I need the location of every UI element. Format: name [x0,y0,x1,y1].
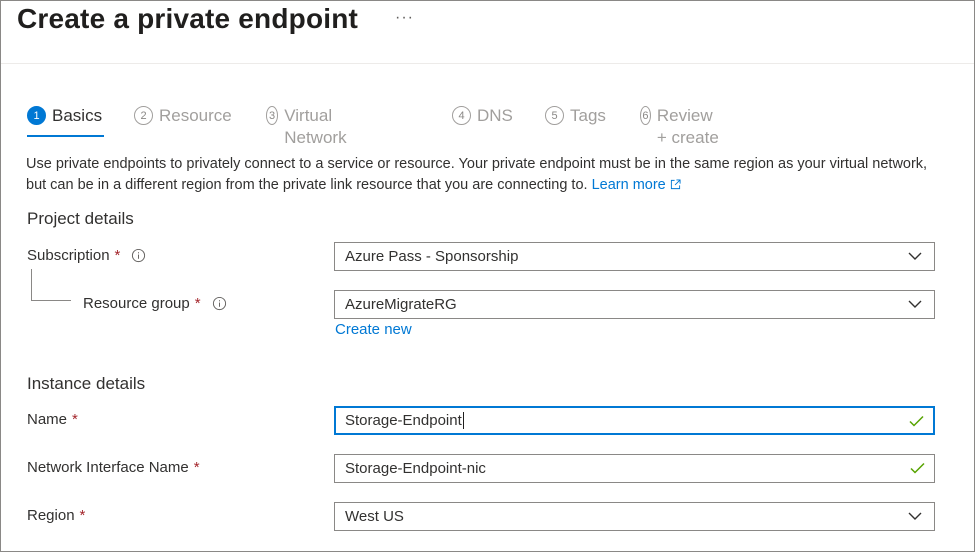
tab-tags[interactable]: 5 Tags [545,105,606,137]
header-divider [1,63,974,64]
step-number-badge: 4 [452,106,471,125]
chevron-down-icon [908,512,922,520]
tab-label: DNS [477,106,513,125]
intro-text: Use private endpoints to privately conne… [26,156,928,193]
subscription-label-text: Subscription [27,247,110,264]
nic-label-text: Network Interface Name [27,459,189,476]
text-caret [462,412,464,429]
nic-label: Network Interface Name * [27,459,200,476]
info-icon[interactable] [212,296,227,311]
create-new-link[interactable]: Create new [335,321,412,338]
resource-group-label-text: Resource group [83,295,190,312]
tab-label: Resource [159,106,232,125]
external-link-icon [670,179,681,190]
tab-review-create[interactable]: 6 Review + create [640,105,721,147]
checkmark-icon [909,415,924,427]
resource-group-dropdown[interactable]: AzureMigrateRG [334,290,935,319]
tab-resource[interactable]: 2 Resource [134,105,232,137]
learn-more-label: Learn more [591,177,666,193]
tab-label: Review + create [656,106,719,147]
nic-value: Storage-Endpoint-nic [345,460,486,477]
network-interface-name-input[interactable]: Storage-Endpoint-nic [334,454,935,483]
subscription-value: Azure Pass - Sponsorship [345,248,519,265]
name-label: Name * [27,411,78,428]
chevron-down-icon [908,252,922,260]
more-options-button[interactable]: ··· [395,9,414,27]
region-label-text: Region [27,507,75,524]
subscription-label: Subscription * [27,247,146,264]
checkmark-icon [910,462,925,474]
resource-group-value: AzureMigrateRG [345,296,457,313]
tab-dns[interactable]: 4 DNS [452,105,513,137]
step-number-badge: 1 [27,106,46,125]
region-dropdown[interactable]: West US [334,502,935,531]
hierarchy-connector [31,269,71,301]
learn-more-link[interactable]: Learn more [592,177,681,193]
name-value: Storage-Endpoint [345,412,462,429]
name-label-text: Name [27,411,68,428]
tab-label: Tags [570,106,606,125]
project-details-heading: Project details [27,209,134,228]
tab-label: Virtual Network [284,106,347,147]
resource-group-label: Resource group * [83,295,227,312]
region-label: Region * [27,507,85,524]
step-number-badge: 3 [266,106,279,125]
name-input[interactable]: Storage-Endpoint [334,406,935,435]
page-title: Create a private endpoint [17,3,359,34]
required-asterisk: * [114,247,121,264]
step-number-badge: 6 [640,106,651,125]
info-icon[interactable] [131,248,146,263]
required-asterisk: * [193,459,200,476]
required-asterisk: * [72,411,78,428]
step-number-badge: 5 [545,106,564,125]
tab-basics[interactable]: 1 Basics [27,105,104,137]
step-number-badge: 2 [134,106,153,125]
required-asterisk: * [79,507,86,524]
tab-virtual-network[interactable]: 3 Virtual Network [266,105,353,147]
required-asterisk: * [194,295,201,312]
subscription-dropdown[interactable]: Azure Pass - Sponsorship [334,242,935,271]
intro-description: Use private endpoints to privately conne… [26,154,946,196]
chevron-down-icon [908,300,922,308]
tab-label: Basics [52,106,103,125]
instance-details-heading: Instance details [27,374,146,393]
region-value: West US [345,508,404,525]
